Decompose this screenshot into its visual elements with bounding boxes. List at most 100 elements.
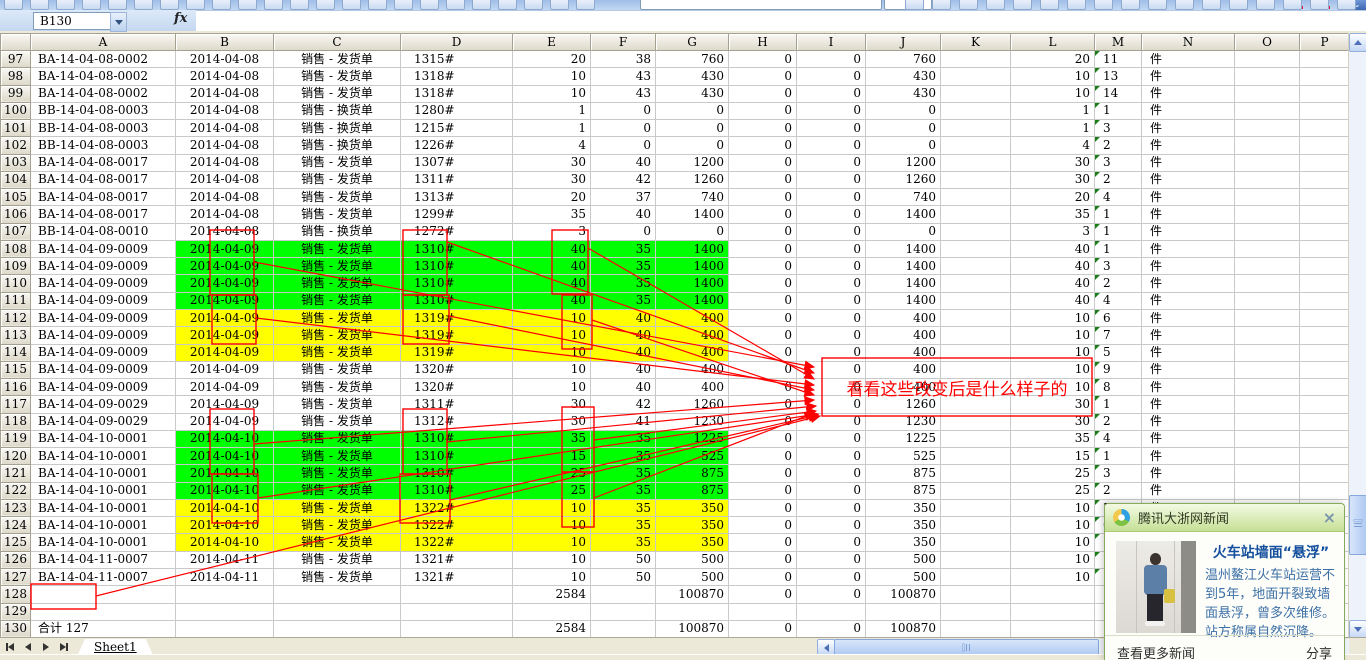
cell-D112[interactable]: 1319#: [401, 309, 513, 326]
cell-F122[interactable]: 35: [591, 482, 656, 499]
cell-L102[interactable]: 4: [1011, 137, 1095, 154]
cell-G116[interactable]: 400: [656, 379, 729, 396]
cell-J128[interactable]: 100870: [866, 586, 941, 603]
cell-K100[interactable]: [941, 102, 1011, 119]
cell-A125[interactable]: BA-14-04-10-0001: [31, 534, 176, 551]
cell-C109[interactable]: 销售 - 发货单: [274, 258, 401, 275]
cell-D114[interactable]: 1319#: [401, 344, 513, 361]
cell-F114[interactable]: 40: [591, 344, 656, 361]
cell-D105[interactable]: 1313#: [401, 189, 513, 206]
cell-F113[interactable]: 40: [591, 327, 656, 344]
cell-K110[interactable]: [941, 275, 1011, 292]
cell-F111[interactable]: 35: [591, 292, 656, 309]
cell-P122[interactable]: [1300, 482, 1350, 499]
cell-H99[interactable]: 0: [729, 85, 797, 102]
cell-M99[interactable]: 14: [1095, 85, 1142, 102]
cell-J121[interactable]: 875: [866, 465, 941, 482]
column-header-O[interactable]: O: [1235, 34, 1300, 51]
cell-O122[interactable]: [1235, 482, 1300, 499]
cell-B109[interactable]: 2014-04-09: [176, 258, 274, 275]
row-header-129[interactable]: 129: [1, 603, 31, 620]
cell-B111[interactable]: 2014-04-09: [176, 292, 274, 309]
cell-E98[interactable]: 10: [513, 68, 591, 85]
cell-D104[interactable]: 1311#: [401, 171, 513, 188]
cell-C100[interactable]: 销售 - 换货单: [274, 102, 401, 119]
fill-color-icon[interactable]: [1310, 0, 1329, 10]
cell-C125[interactable]: 销售 - 发货单: [274, 534, 401, 551]
cell-G123[interactable]: 350: [656, 499, 729, 516]
cell-K125[interactable]: [941, 534, 1011, 551]
cell-L120[interactable]: 15: [1011, 448, 1095, 465]
cell-B99[interactable]: 2014-04-08: [176, 85, 274, 102]
cell-J130[interactable]: 100870: [866, 620, 941, 637]
cell-J97[interactable]: 760: [866, 51, 941, 68]
row-header-126[interactable]: 126: [1, 551, 31, 568]
cell-D97[interactable]: 1315#: [401, 51, 513, 68]
cell-E118[interactable]: 30: [513, 413, 591, 430]
cell-J124[interactable]: 350: [866, 517, 941, 534]
cell-D102[interactable]: 1226#: [401, 137, 513, 154]
cell-N119[interactable]: 件: [1142, 430, 1235, 447]
cell-G127[interactable]: 500: [656, 568, 729, 585]
cell-M100[interactable]: 1: [1095, 102, 1142, 119]
cell-L99[interactable]: 10: [1011, 85, 1095, 102]
cell-H112[interactable]: 0: [729, 309, 797, 326]
cell-N118[interactable]: 件: [1142, 413, 1235, 430]
cell-H97[interactable]: 0: [729, 51, 797, 68]
cell-H121[interactable]: 0: [729, 465, 797, 482]
chart-wizard-icon[interactable]: [472, 0, 491, 10]
cell-M101[interactable]: 3: [1095, 120, 1142, 137]
cell-L107[interactable]: 3: [1011, 223, 1095, 240]
cell-E102[interactable]: 4: [513, 137, 591, 154]
save-icon[interactable]: [56, 0, 75, 10]
cell-J110[interactable]: 1400: [866, 275, 941, 292]
percent-style-icon[interactable]: [1121, 0, 1140, 10]
cell-O107[interactable]: [1235, 223, 1300, 240]
cell-K104[interactable]: [941, 171, 1011, 188]
font-color-icon[interactable]: [1337, 0, 1356, 10]
align-left-icon[interactable]: [986, 0, 1005, 10]
cell-F101[interactable]: 0: [591, 120, 656, 137]
research-icon[interactable]: [186, 0, 205, 10]
row-header-111[interactable]: 111: [1, 292, 31, 309]
column-header-P[interactable]: P: [1300, 34, 1350, 51]
cell-P101[interactable]: [1300, 120, 1350, 137]
cell-C106[interactable]: 销售 - 发货单: [274, 206, 401, 223]
cell-H119[interactable]: 0: [729, 430, 797, 447]
cell-C97[interactable]: 销售 - 发货单: [274, 51, 401, 68]
cell-E116[interactable]: 10: [513, 379, 591, 396]
cell-G102[interactable]: 0: [656, 137, 729, 154]
column-header-A[interactable]: A: [31, 34, 176, 51]
cell-F105[interactable]: 37: [591, 189, 656, 206]
cell-I102[interactable]: 0: [797, 137, 866, 154]
cell-B130[interactable]: [176, 620, 274, 637]
zoom-icon[interactable]: [524, 0, 543, 10]
cell-E117[interactable]: 30: [513, 396, 591, 413]
cell-L106[interactable]: 35: [1011, 206, 1095, 223]
cell-J100[interactable]: 0: [866, 102, 941, 119]
annotation-note-box[interactable]: 看看这些改变后是什么样子的: [822, 358, 1092, 416]
cell-M105[interactable]: 4: [1095, 189, 1142, 206]
cell-F102[interactable]: 0: [591, 137, 656, 154]
cell-E122[interactable]: 25: [513, 482, 591, 499]
row-header-98[interactable]: 98: [1, 68, 31, 85]
cell-A102[interactable]: BB-14-04-08-0003: [31, 137, 176, 154]
cell-N120[interactable]: 件: [1142, 448, 1235, 465]
cell-I113[interactable]: 0: [797, 327, 866, 344]
cell-K105[interactable]: [941, 189, 1011, 206]
cell-J104[interactable]: 1260: [866, 171, 941, 188]
cell-H127[interactable]: 0: [729, 568, 797, 585]
cell-E115[interactable]: 10: [513, 361, 591, 378]
cell-O99[interactable]: [1235, 85, 1300, 102]
cell-A103[interactable]: BA-14-04-08-0017: [31, 154, 176, 171]
cell-L121[interactable]: 25: [1011, 465, 1095, 482]
cell-I104[interactable]: 0: [797, 171, 866, 188]
column-header-E[interactable]: E: [513, 34, 591, 51]
cell-M103[interactable]: 3: [1095, 154, 1142, 171]
cell-F117[interactable]: 42: [591, 396, 656, 413]
cell-O111[interactable]: [1235, 292, 1300, 309]
cell-P102[interactable]: [1300, 137, 1350, 154]
cell-B110[interactable]: 2014-04-09: [176, 275, 274, 292]
cell-G106[interactable]: 1400: [656, 206, 729, 223]
cell-A119[interactable]: BA-14-04-10-0001: [31, 430, 176, 447]
